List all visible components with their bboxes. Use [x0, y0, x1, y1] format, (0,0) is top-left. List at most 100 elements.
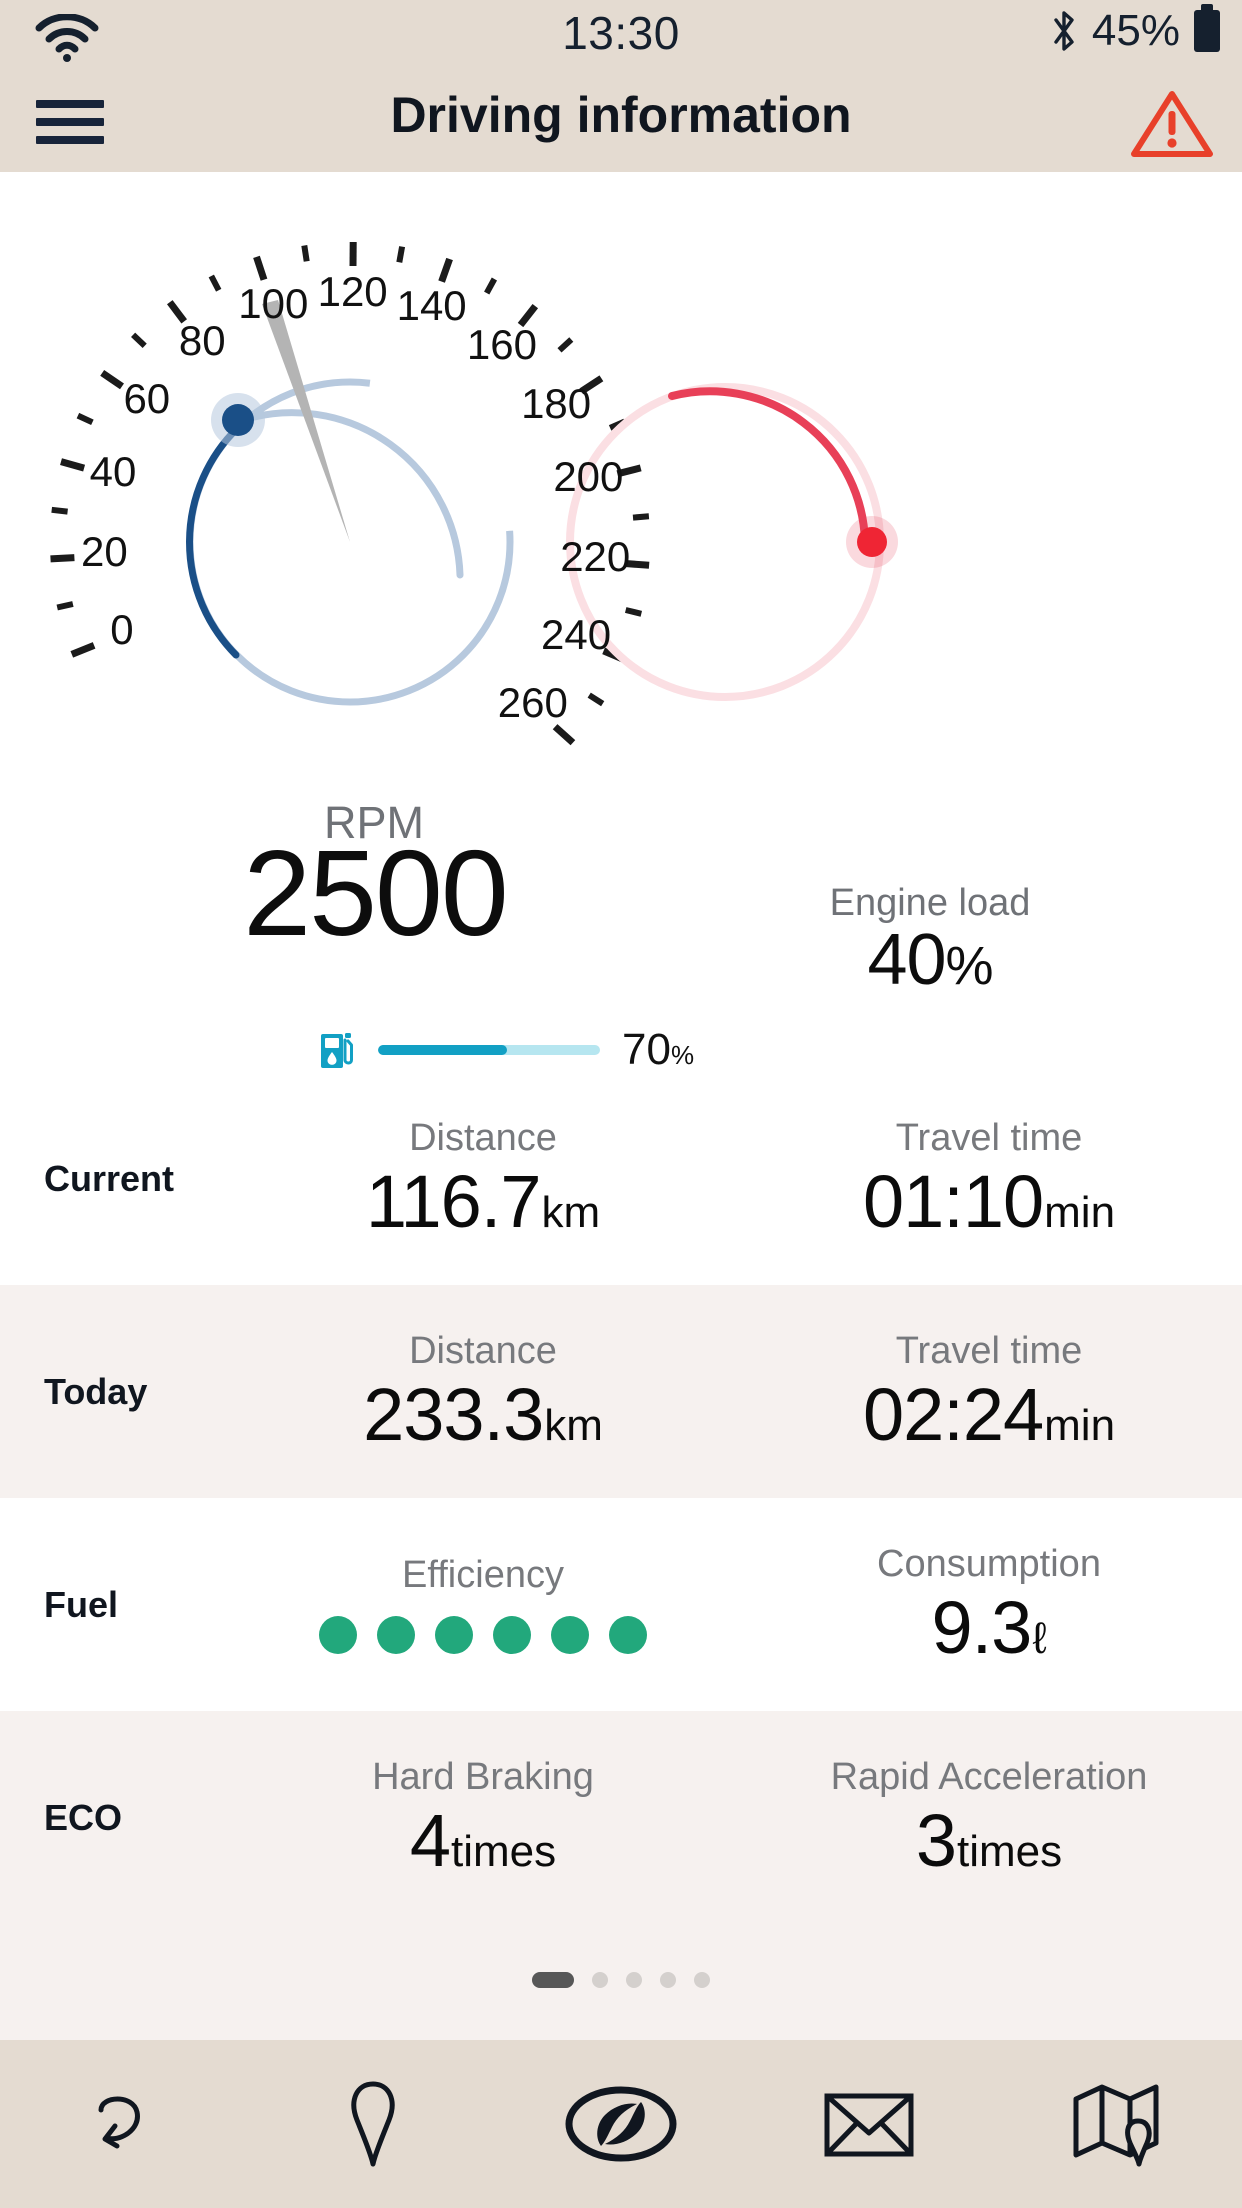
stats-cell-number: 3 [915, 1799, 957, 1883]
efficiency-dot [493, 1616, 531, 1655]
stats-cell-number: 9.3 [931, 1586, 1032, 1670]
stats-row: Current Distance 116.7 km Travel time 01:10 mi… [0, 1072, 1242, 1285]
page-indicator-active[interactable] [532, 1972, 574, 1988]
stats-cell-number: 233.3 [363, 1373, 544, 1457]
speedometer-minor-tick [56, 601, 74, 611]
stats-cell-unit: ℓ [1032, 1614, 1047, 1664]
efficiency-dot [377, 1616, 415, 1655]
stats-cell-value: 9.3 ℓ [931, 1591, 1046, 1665]
page-indicator[interactable] [0, 1920, 1242, 2040]
speedometer-minor-tick [301, 245, 310, 262]
speedometer-major-tick [438, 257, 453, 283]
stats-cell-number: 01:10 [862, 1160, 1044, 1244]
speedometer-tick-label: 20 [81, 527, 128, 575]
speedometer-major-tick [253, 255, 268, 281]
stats-cell-header: Efficiency [402, 1553, 564, 1596]
rpm-knob [222, 404, 254, 436]
status-bar: 13:30 45% [0, 0, 1242, 72]
speedometer-minor-tick [632, 513, 650, 521]
speedometer-tick-label: 200 [553, 453, 624, 501]
stats-cell-header: Hard Braking [372, 1755, 594, 1798]
stats-row-label: Fuel [44, 1583, 119, 1625]
fuel-pump-icon [321, 1033, 353, 1068]
speedometer-minor-tick [587, 692, 605, 707]
battery-percent-label: 45% [1091, 6, 1180, 55]
engine-load-label: Engine load [829, 882, 1031, 924]
page-indicator-dot[interactable] [694, 1972, 710, 1988]
speed-needle [262, 300, 350, 542]
speedometer-minor-tick [484, 277, 498, 295]
engine-load-number: 40 [867, 920, 946, 1000]
efficiency-dots [319, 1616, 647, 1655]
page-title: Driving information [390, 87, 852, 143]
fuel-level-value: 70% [622, 1028, 694, 1072]
stats-cell-unit: km [541, 1188, 601, 1238]
speedometer-minor-tick [51, 506, 68, 515]
warning-triangle-icon[interactable] [1130, 88, 1214, 160]
back-arrow-icon [98, 2096, 141, 2149]
nav-item-messages[interactable] [745, 2040, 993, 2208]
driving-information-screen: 13:30 45% Driving information 0 20 40 60… [0, 0, 1242, 2208]
speedometer-minor-tick [131, 332, 147, 348]
speedometer-tick-label: 240 [541, 611, 612, 659]
fuel-level-bar-fill [378, 1045, 507, 1055]
stats-cell-number: 116.7 [365, 1160, 542, 1244]
stats-row: Fuel Efficiency Consumption 9.3 ℓ [0, 1498, 1242, 1711]
stats-cell-value: 3 times [916, 1804, 1062, 1878]
stats-row-cells: Hard Braking 4 times Rapid Acceleration 3 tim… [230, 1711, 1242, 1924]
stats-row-label: Current [44, 1157, 175, 1199]
hyundai-logo-icon [565, 2086, 677, 2162]
efficiency-dot [609, 1616, 647, 1655]
speedometer-tick-label: 160 [466, 320, 537, 368]
app-header: Driving information [0, 72, 1242, 172]
speedometer-tick-label: 0 [110, 606, 134, 654]
stats-cell: Travel time 02:24 min [736, 1285, 1242, 1498]
stats-cell-header: Travel time [895, 1329, 1083, 1372]
status-bar-right-cluster: 45% [1050, 4, 1220, 56]
stats-cell-unit: times [957, 1827, 1063, 1877]
stats-cell: Hard Braking 4 times [230, 1711, 736, 1924]
fuel-level-bar [378, 1045, 600, 1055]
nav-item-back[interactable] [0, 2040, 248, 2208]
nav-item-location[interactable] [248, 2040, 496, 2208]
engine-load-value: 40% [760, 924, 1100, 996]
speedometer-major-tick [552, 724, 576, 746]
speedometer-tick-label: 180 [521, 379, 592, 427]
speedometer-tick-label: 140 [396, 281, 467, 329]
battery-icon [1194, 4, 1220, 52]
engine-load-knob [857, 527, 887, 557]
bluetooth-icon [1054, 11, 1074, 51]
stats-row-label: Today [44, 1370, 148, 1412]
stats-cell: Efficiency [230, 1498, 736, 1711]
speedometer-tick-label: 100 [238, 280, 309, 328]
rpm-active-arc [186, 424, 241, 659]
speedometer-minor-tick [557, 337, 574, 353]
efficiency-dot [319, 1616, 357, 1655]
nav-item-home[interactable] [497, 2040, 745, 2208]
stats-row-cells: Efficiency Consumption 9.3 ℓ [230, 1498, 1242, 1711]
speedometer-minor-tick [76, 412, 94, 426]
stats-cell-header: Distance [409, 1116, 557, 1159]
speedometer-tick-label: 220 [560, 533, 631, 581]
stats-row-cells: Distance 116.7 km Travel time 01:10 min [230, 1072, 1242, 1285]
stats-cell-unit: min [1044, 1401, 1116, 1451]
speedometer-tick-label: 40 [89, 448, 137, 496]
stats-cell-value: 116.7 km [366, 1165, 600, 1239]
stats-cell: Travel time 01:10 min [736, 1072, 1242, 1285]
page-indicator-dot[interactable] [592, 1972, 608, 1988]
page-indicator-dot[interactable] [660, 1972, 676, 1988]
fuel-level-row: 70% [320, 1028, 694, 1072]
speedometer-minor-tick [208, 274, 222, 292]
stats-cell: Distance 233.3 km [230, 1285, 736, 1498]
page-indicator-dot[interactable] [626, 1972, 642, 1988]
stats-cell-header: Rapid Acceleration [830, 1755, 1148, 1798]
engine-load-active-arc [668, 387, 869, 546]
speedometer-tick-label: 60 [123, 375, 171, 423]
stats-cell: Consumption 9.3 ℓ [736, 1498, 1242, 1711]
gauge-panel: 0 20 40 60 80 100 120 140 160 180 200 220 240 260 RPM… [0, 172, 1242, 1072]
efficiency-dot [551, 1616, 589, 1655]
nav-item-map[interactable] [994, 2040, 1242, 2208]
stats-cell-unit: times [451, 1827, 557, 1877]
stats-cell-header: Consumption [877, 1542, 1101, 1585]
stats-cell-value: 01:10 min [863, 1165, 1115, 1239]
